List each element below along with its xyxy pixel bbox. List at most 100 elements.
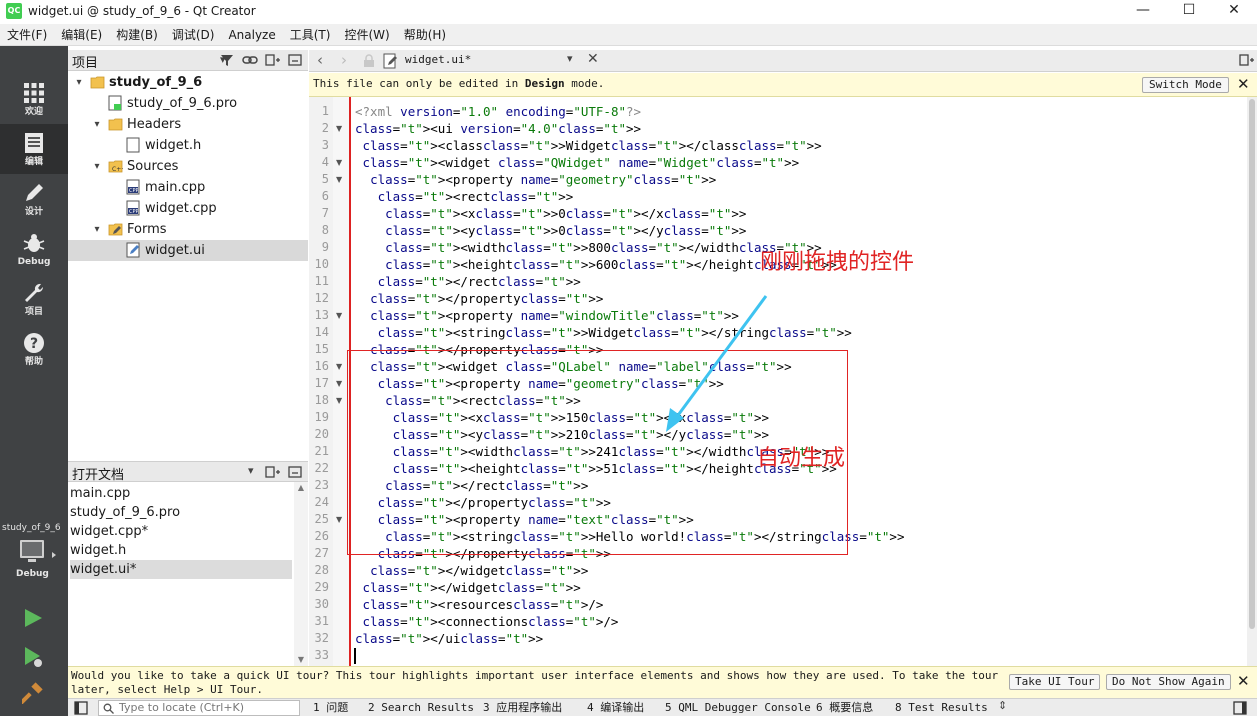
output-tab-general-messages[interactable]: 6 概要信息 [816,701,873,715]
fold-marker-icon[interactable]: ▼ [336,171,342,188]
output-tab-test-results[interactable]: 8 Test Results [895,701,988,715]
expand-arrow-icon[interactable]: ▾ [92,219,102,240]
maximize-button[interactable]: ☐ [1166,0,1212,24]
open-documents-header: 打开文档 ▾ [68,461,308,483]
fold-marker-icon[interactable]: ▼ [336,375,342,392]
editor-scrollbar-thumb[interactable] [1249,99,1255,629]
tree-item-label: widget.ui [145,243,205,258]
split-icon[interactable] [265,465,281,479]
tree-item-label: study_of_9_6.pro [127,96,238,111]
close-document-icon[interactable]: ✕ [587,51,599,67]
tree-item[interactable]: widget.h [68,135,308,156]
mode-edit[interactable]: 编辑 [0,124,68,174]
annotation-auto-generated: 自动生成 [757,446,846,471]
mode-help[interactable]: ? 帮助 [0,324,68,374]
open-documents-scrollbar[interactable]: ▲ ▼ [294,482,308,666]
close-tour-icon[interactable]: ✕ [1237,672,1250,690]
tree-item[interactable]: CPP widget.cpp [68,198,308,219]
code-line: class="t"><stringclass="t">>Widgetclass=… [377,325,852,340]
mode-design[interactable]: 设计 [0,174,68,224]
fold-marker-icon[interactable]: ▼ [336,307,342,324]
tree-item-label: widget.cpp [145,201,217,216]
open-document-item[interactable]: widget.cpp* [70,522,292,541]
menu-analyze[interactable]: Analyze [221,24,282,46]
code-line: class="t"><resourcesclass="t">/> [362,597,604,612]
open-document-item[interactable]: widget.h [70,541,292,560]
close-pane-icon[interactable] [288,465,302,479]
back-arrow-icon[interactable]: ‹ [317,51,323,69]
menu-tools[interactable]: 工具(T) [283,24,338,46]
output-tab-qml-debugger-console[interactable]: 5 QML Debugger Console [665,701,811,715]
close-window-button[interactable]: ✕ [1211,0,1257,24]
code-line: class="t"></rectclass="t">> [377,274,581,289]
open-document-item[interactable]: widget.ui* [70,560,292,579]
hammer-icon [19,682,43,705]
build-button[interactable] [19,682,44,707]
output-tab-application-output[interactable]: 3 应用程序输出 [483,701,562,715]
tree-item[interactable]: ▾ C++ Sources [68,156,308,177]
tree-item[interactable]: ▾ Headers [68,114,308,135]
more-tabs-icon[interactable]: ⇕ [998,699,1007,712]
link-icon[interactable] [242,53,258,67]
code-line: class="t"><ui version="4.0"class="t">> [355,121,642,136]
ui-file-icon [383,53,397,69]
menu-edit[interactable]: 编辑(E) [54,24,109,46]
fold-marker-icon[interactable]: ▼ [336,154,342,171]
status-bar: Type to locate (Ctrl+K) 1 问题 2 Search Re… [68,698,1257,716]
tree-item[interactable]: study_of_9_6.pro [68,93,308,114]
output-tab-compile-output[interactable]: 4 编译输出 [587,701,644,715]
line-number: 3 [321,138,329,152]
open-document-item[interactable]: main.cpp [70,484,292,503]
ui-file-icon [126,242,140,258]
do-not-show-again-button[interactable]: Do Not Show Again [1106,674,1231,690]
menu-build[interactable]: 构建(B) [109,24,165,46]
mode-welcome[interactable]: 欢迎 [0,74,68,124]
fold-marker-icon[interactable]: ▼ [336,392,342,409]
bug-icon [23,234,45,252]
fold-marker-icon[interactable]: ▼ [336,511,342,528]
toggle-right-sidebar-icon[interactable] [1233,701,1247,715]
line-number: 15 [314,342,329,356]
debug-run-button[interactable] [22,645,44,672]
tree-item[interactable]: CPP main.cpp [68,177,308,198]
expand-arrow-icon[interactable]: ▾ [92,114,102,135]
switch-mode-button[interactable]: Switch Mode [1142,77,1229,93]
fold-marker-icon[interactable]: ▼ [336,358,342,375]
tree-item[interactable]: widget.ui [68,240,308,261]
menu-help[interactable]: 帮助(H) [397,24,453,46]
output-tab-issues[interactable]: 1 问题 [313,701,348,715]
chevron-down-icon[interactable]: ▾ [248,464,254,477]
close-infobar-icon[interactable]: ✕ [1237,75,1250,93]
tree-item[interactable]: ▾ study_of_9_6 [68,72,308,93]
expand-arrow-icon[interactable]: ▾ [92,156,102,177]
expand-arrow-icon[interactable]: ▾ [74,72,84,93]
fold-marker-icon[interactable]: ▼ [336,120,342,137]
tree-item[interactable]: ▾ Forms [68,219,308,240]
code-line: class="t"></uiclass="t">> [355,631,544,646]
current-file-name[interactable]: widget.ui* [405,53,471,66]
forward-arrow-icon[interactable]: › [341,51,347,69]
filter-icon[interactable] [220,53,234,67]
close-pane-icon[interactable] [288,53,302,67]
header-file-icon [126,137,140,153]
output-tab-search-results[interactable]: 2 Search Results [368,701,474,715]
take-ui-tour-button[interactable]: Take UI Tour [1009,674,1101,690]
kit-selector[interactable]: Debug [10,538,58,579]
open-document-item[interactable]: study_of_9_6.pro [70,503,292,522]
folder-icon [108,118,123,131]
mode-projects[interactable]: 项目 [0,274,68,324]
code-line: class="t"><property name="geometry"class… [370,172,717,187]
run-button[interactable] [22,607,44,632]
menu-controls[interactable]: 控件(W) [337,24,396,46]
infobar-mode: Design [524,77,565,90]
menu-file[interactable]: 文件(F) [0,24,54,46]
menu-debug[interactable]: 调试(D) [165,24,222,46]
minimize-button[interactable]: — [1120,0,1166,24]
locator-input[interactable]: Type to locate (Ctrl+K) [98,700,300,716]
toggle-sidebar-icon[interactable] [74,701,88,715]
split-icon[interactable] [265,53,281,67]
split-icon[interactable] [1239,53,1255,67]
file-dropdown-icon[interactable]: ▾ [567,52,573,65]
project-pane-header: 项目 ▾ [68,50,308,71]
mode-debug[interactable]: Debug [0,224,68,274]
